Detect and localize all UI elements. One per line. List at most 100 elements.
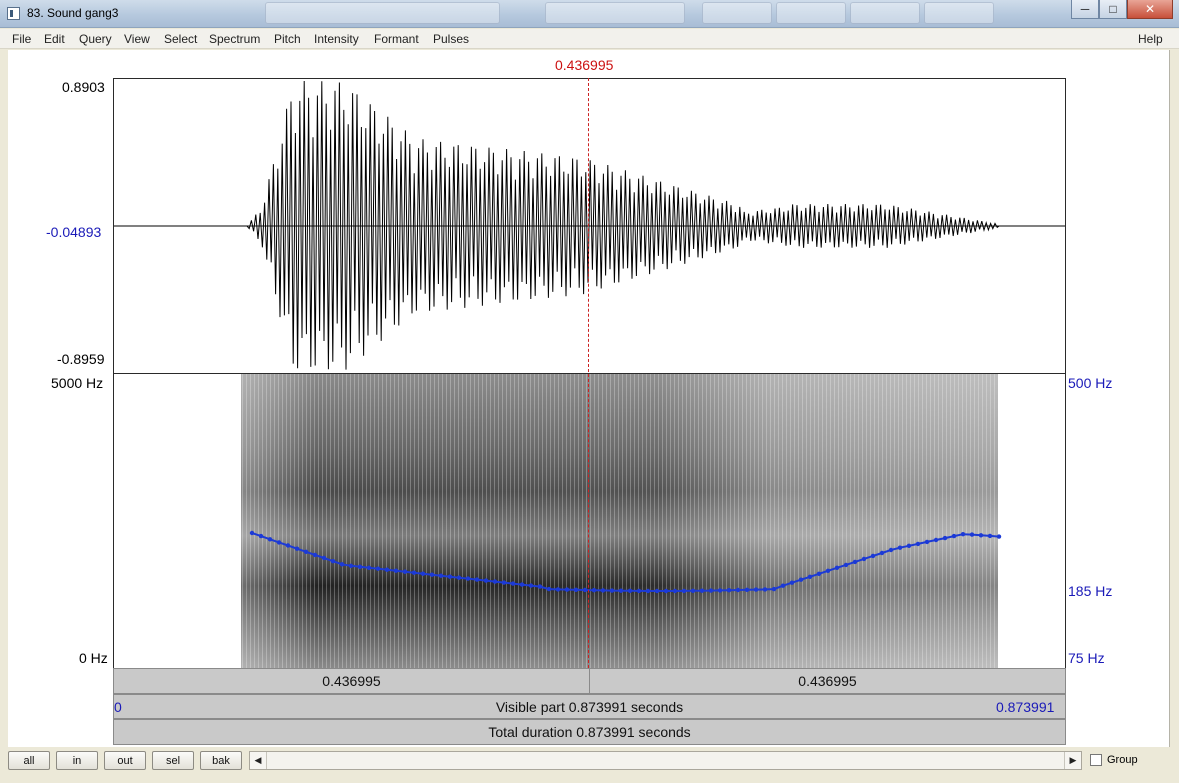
pitch-point [681, 588, 687, 594]
cursor-segment-bar[interactable]: 0.436995 0.436995 [113, 668, 1066, 694]
pitch-point [447, 574, 453, 579]
pitch-point [339, 562, 345, 567]
visible-part-label: Visible part 0.873991 seconds [495, 698, 684, 715]
pitch-point [321, 555, 327, 561]
pitch-point [537, 584, 543, 589]
pitch-point [807, 574, 813, 579]
spectrogram-max-freq-label: 5000 Hz [51, 375, 104, 391]
waveform-signal [114, 80, 1065, 370]
pitch-point [879, 550, 885, 556]
pitch-point [609, 588, 615, 593]
pitch-point [429, 572, 435, 577]
visible-part-bar[interactable]: Visible part 0.873991 seconds [113, 694, 1066, 719]
zoom-selection-button[interactable]: sel [152, 751, 194, 770]
group-checkbox[interactable] [1090, 754, 1102, 766]
spectrogram-striations [241, 374, 998, 668]
segment-after-cursor[interactable]: 0.436995 [590, 669, 1065, 693]
visible-start-time: 0 [114, 699, 122, 715]
zoom-back-button[interactable]: bak [200, 751, 242, 770]
menu-pulses[interactable]: Pulses [433, 32, 469, 46]
pitch-point [789, 580, 795, 585]
minimize-button[interactable]: ─ [1071, 0, 1099, 19]
pitch-point [708, 588, 714, 593]
scroll-right-arrow-icon[interactable]: ▶ [1064, 752, 1081, 769]
zoom-out-button[interactable]: out [104, 751, 146, 770]
pitch-point [564, 587, 570, 592]
window-title: 83. Sound gang3 [27, 6, 119, 20]
window-right-edge [1169, 50, 1179, 747]
cursor-time-label: 0.436995 [555, 57, 614, 73]
pitch-point [402, 569, 408, 574]
pitch-point [474, 577, 480, 582]
scroll-left-arrow-icon[interactable]: ◀ [250, 752, 267, 769]
pitch-point [744, 587, 750, 592]
pitch-point [735, 587, 741, 593]
spectrogram-min-freq-label: 0 Hz [79, 650, 108, 666]
pitch-point [555, 587, 561, 592]
pitch-point [375, 566, 381, 571]
pitch-point [438, 573, 444, 578]
pitch-point [573, 587, 579, 592]
waveform-panel[interactable] [113, 78, 1066, 374]
pitch-point [501, 580, 507, 585]
menu-edit[interactable]: Edit [44, 32, 65, 46]
spectrogram-svg [241, 374, 1002, 668]
pitch-min-label: 75 Hz [1068, 650, 1105, 666]
pitch-point [780, 583, 786, 588]
pitch-point [618, 588, 624, 593]
close-button[interactable]: ✕ [1127, 0, 1173, 19]
spectrogram-panel[interactable] [113, 374, 1066, 668]
maximize-button[interactable]: □ [1099, 0, 1127, 19]
praat-window-icon [7, 7, 20, 20]
pitch-point [546, 586, 552, 592]
pitch-point [600, 588, 606, 593]
horizontal-scrollbar[interactable]: ◀ ▶ [249, 751, 1082, 770]
pitch-point [672, 588, 678, 594]
total-duration-bar[interactable]: Total duration 0.873991 seconds [113, 719, 1066, 745]
cursor-line [588, 78, 589, 668]
pitch-point [897, 545, 903, 550]
pitch-point [276, 540, 282, 545]
menu-intensity[interactable]: Intensity [314, 32, 359, 46]
menu-select[interactable]: Select [164, 32, 197, 46]
pitch-point [456, 575, 462, 580]
group-label: Group [1107, 754, 1138, 766]
menu-pitch[interactable]: Pitch [274, 32, 301, 46]
pitch-point [519, 582, 525, 587]
pitch-point [591, 588, 597, 593]
pitch-point [636, 588, 642, 594]
pitch-point [384, 567, 390, 572]
pitch-point [654, 588, 660, 594]
pitch-point [870, 553, 876, 559]
menu-query[interactable]: Query [79, 32, 112, 46]
zoom-all-button[interactable]: all [8, 751, 50, 770]
pitch-point [762, 587, 768, 592]
segment-before-cursor[interactable]: 0.436995 [114, 669, 589, 693]
pitch-point [771, 586, 777, 592]
pitch-point [663, 588, 669, 594]
window-controls: ─ □ ✕ [1071, 0, 1173, 19]
menu-help[interactable]: Help [1138, 32, 1163, 46]
zoom-in-button[interactable]: in [56, 751, 98, 770]
pitch-point [510, 581, 516, 586]
pitch-point [348, 563, 354, 568]
background-style-ghost [850, 2, 920, 24]
pitch-point [294, 546, 300, 551]
menu-file[interactable]: File [12, 32, 31, 46]
background-toolbar-ghost [545, 2, 685, 24]
pitch-point [942, 535, 948, 541]
pitch-point [357, 564, 363, 569]
pitch-point [528, 583, 534, 588]
group-toggle[interactable]: Group [1090, 754, 1138, 766]
pitch-point [258, 533, 264, 539]
menu-view[interactable]: View [124, 32, 150, 46]
pitch-point [420, 571, 426, 576]
pitch-point [690, 588, 696, 593]
pitch-point [960, 532, 966, 537]
visible-end-time: 0.873991 [996, 699, 1055, 715]
menu-spectrum[interactable]: Spectrum [209, 32, 260, 46]
pitch-point [951, 533, 957, 539]
pitch-point [312, 552, 318, 558]
waveform-svg [114, 80, 1065, 370]
menu-formant[interactable]: Formant [374, 32, 419, 46]
